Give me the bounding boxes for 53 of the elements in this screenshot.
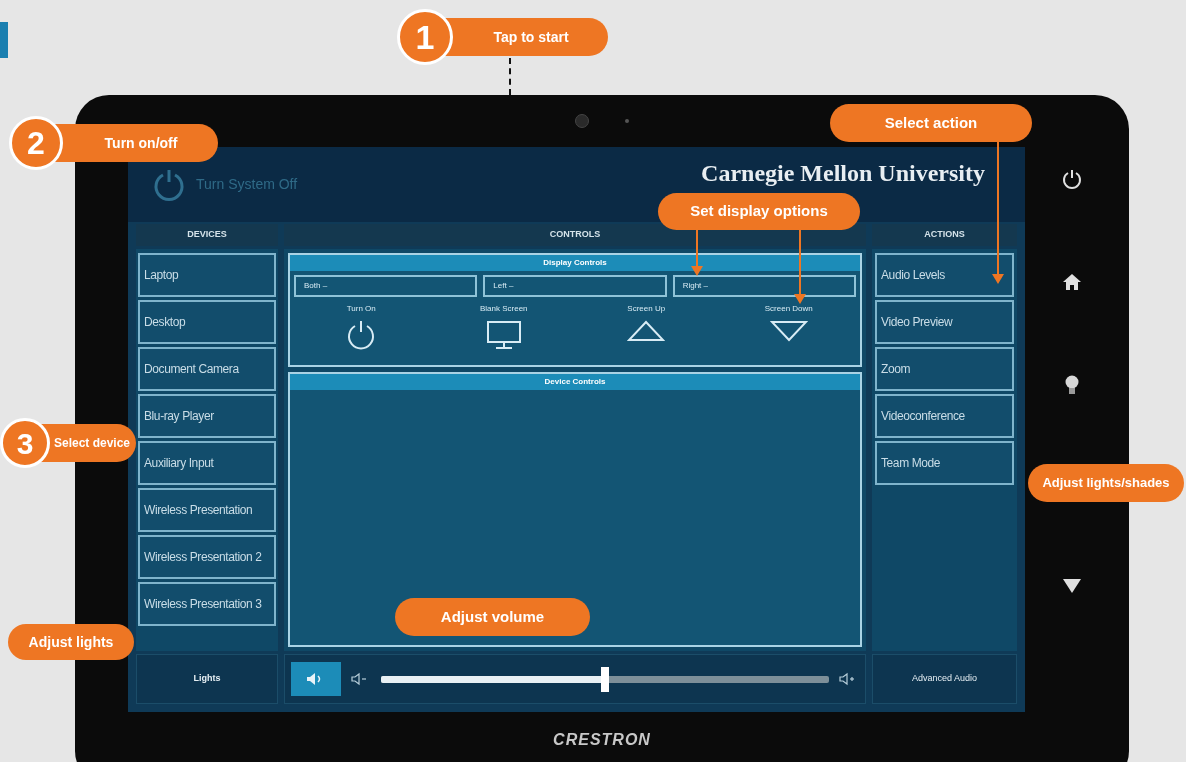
brand-logo-text: CRESTRON xyxy=(553,730,651,750)
display-control-button[interactable]: Blank Screen xyxy=(448,303,559,350)
panel-title: Device Controls xyxy=(290,374,860,390)
triangle-down-icon[interactable] xyxy=(1063,579,1081,593)
dropdown-field[interactable]: Right – xyxy=(672,275,856,297)
list-button[interactable]: Blu-ray Player xyxy=(138,394,276,438)
column-header: CONTROLS xyxy=(284,224,866,246)
list-button[interactable]: Audio Levels xyxy=(875,253,1014,297)
list-button[interactable]: Wireless Presentation 3 xyxy=(138,582,276,626)
camera-lens xyxy=(575,114,589,128)
power-icon[interactable] xyxy=(1062,169,1082,189)
university-logo-text: Carnegie Mellon University xyxy=(701,159,985,188)
side-marker xyxy=(0,22,8,58)
lights-button[interactable]: Lights xyxy=(136,654,278,704)
callout-label: Adjust volume xyxy=(395,598,590,636)
panel-title: Display Controls xyxy=(290,255,860,271)
list-button[interactable]: Wireless Presentation 2 xyxy=(138,535,276,579)
dropdown-field[interactable]: Left – xyxy=(483,275,667,297)
light-bulb-icon[interactable] xyxy=(1064,375,1080,397)
volume-slider-thumb[interactable] xyxy=(601,666,609,692)
control-label: Screen Up xyxy=(627,303,666,315)
list-button[interactable]: Laptop xyxy=(138,253,276,297)
list-button[interactable]: Document Camera xyxy=(138,347,276,391)
column-header: DEVICES xyxy=(136,224,278,246)
display-control-button[interactable]: Screen Up xyxy=(591,303,702,350)
list-button[interactable]: Videoconference xyxy=(875,394,1014,438)
monitor-icon xyxy=(485,320,522,350)
mute-button[interactable] xyxy=(291,662,341,696)
list-button[interactable]: Auxiliary Input xyxy=(138,441,276,485)
triangle-down-icon xyxy=(769,320,808,342)
control-label: Turn On xyxy=(346,303,376,315)
control-label: Screen Down xyxy=(764,303,813,315)
callout-label: Select action xyxy=(830,104,1032,142)
list-button[interactable]: Video Preview xyxy=(875,300,1014,344)
control-label: Blank Screen xyxy=(479,303,528,315)
dropdown-field[interactable]: Both – xyxy=(294,275,478,297)
list-button[interactable]: Team Mode xyxy=(875,441,1014,485)
display-control-button[interactable]: Turn On xyxy=(306,303,417,350)
volume-slider[interactable] xyxy=(381,666,829,692)
callout-label: Adjust lights xyxy=(8,624,134,660)
list-button[interactable]: Wireless Presentation xyxy=(138,488,276,532)
column-header: ACTIONS xyxy=(872,224,1017,246)
advanced-audio-button[interactable]: Advanced Audio xyxy=(872,654,1017,704)
list-button[interactable]: Desktop xyxy=(138,300,276,344)
triangle-up-icon xyxy=(627,320,666,342)
list-button[interactable]: Zoom xyxy=(875,347,1014,391)
display-control-button[interactable]: Screen Down xyxy=(733,303,844,350)
step-number: 1 xyxy=(397,9,453,65)
pointer-arrow xyxy=(691,230,703,276)
home-icon[interactable] xyxy=(1062,273,1082,291)
callout-label: Set display options xyxy=(658,193,860,230)
step-number: 2 xyxy=(9,116,63,170)
callout-label: Adjust lights/shades xyxy=(1028,464,1184,502)
